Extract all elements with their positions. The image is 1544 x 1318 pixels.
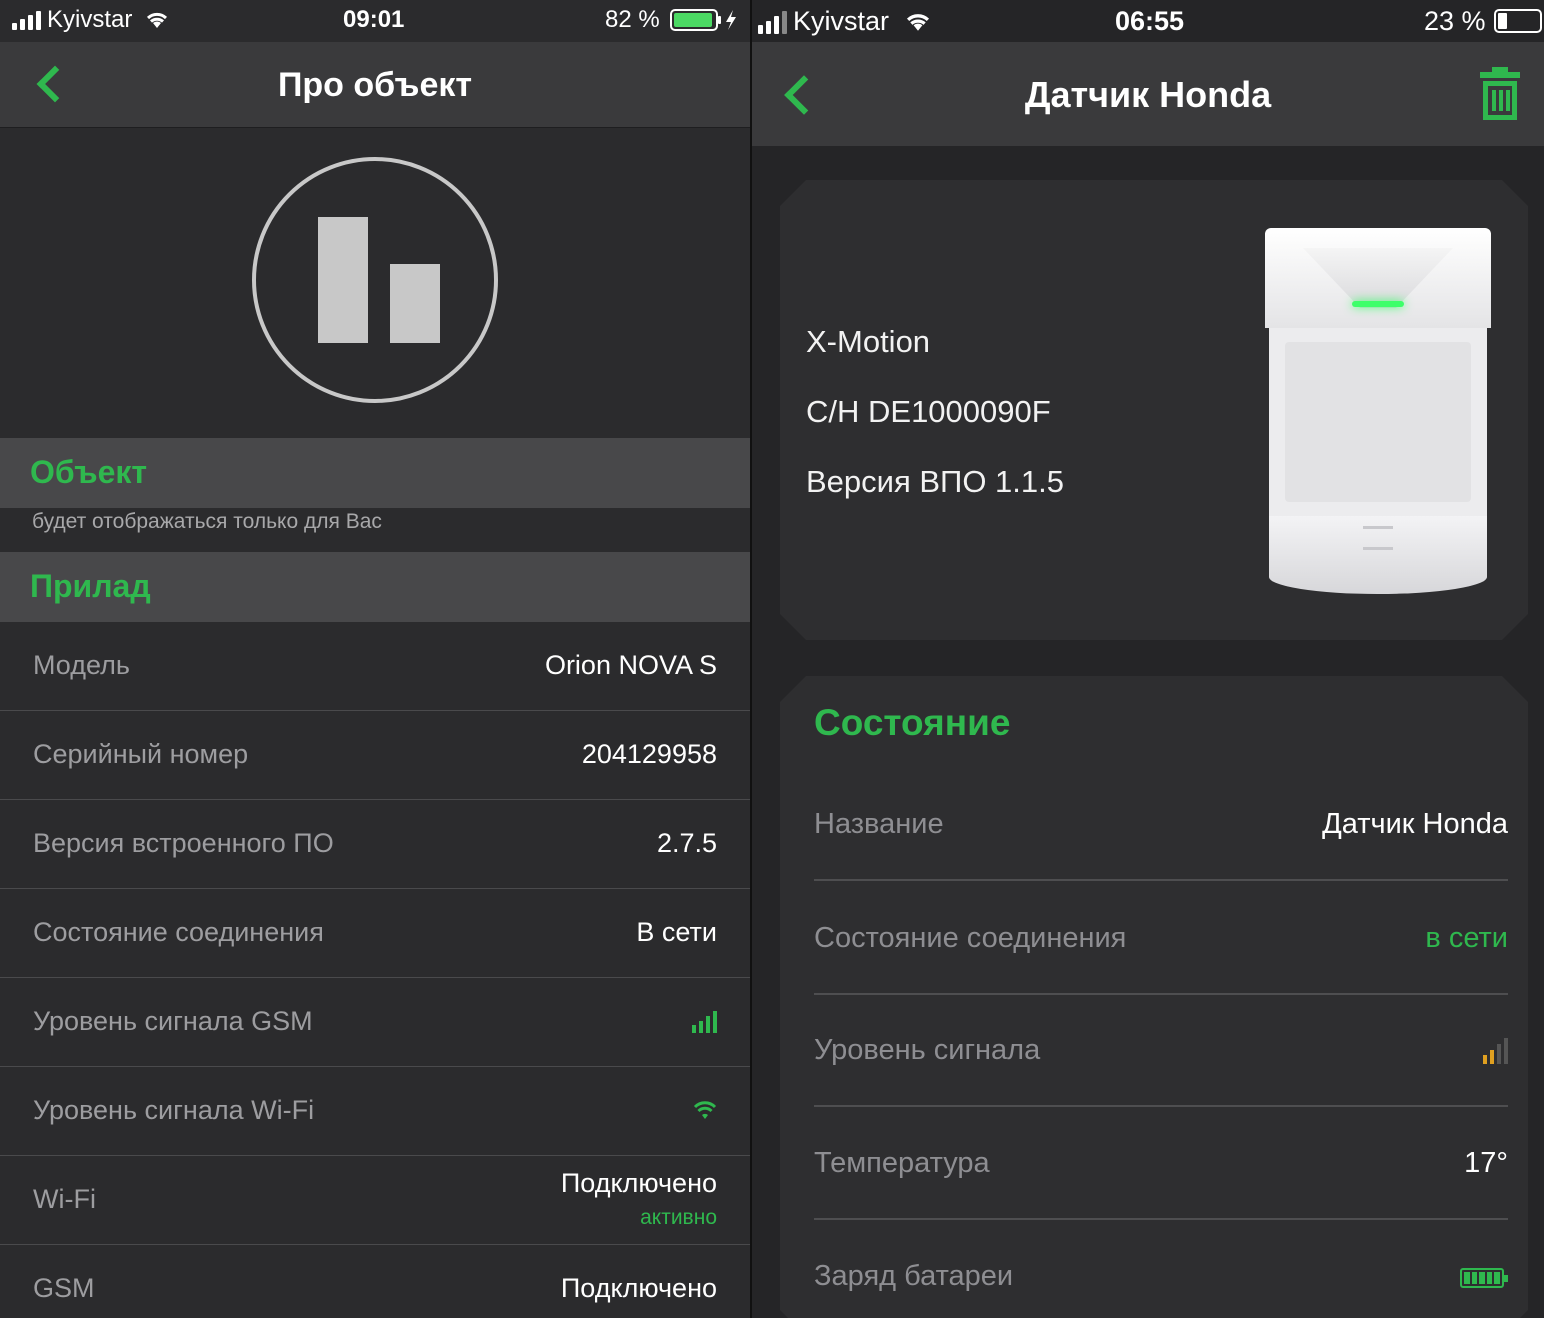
row-value: Orion NOVA S bbox=[544, 650, 717, 680]
row-model: Модель Orion NOVA S bbox=[0, 622, 750, 711]
row-temperature: Температура 17° bbox=[814, 1107, 1508, 1220]
carrier-name: Kyivstar bbox=[793, 6, 890, 36]
row-wifi-signal: Уровень сигнала Wi-Fi bbox=[0, 1067, 750, 1156]
row-signal: Уровень сигнала bbox=[814, 994, 1508, 1107]
row-value: в сети bbox=[1425, 922, 1508, 954]
wifi-status-icon bbox=[906, 13, 930, 31]
object-logo-icon[interactable] bbox=[252, 157, 498, 403]
row-label: Серийный номер bbox=[33, 739, 249, 769]
row-connection: Состояние соединения В сети bbox=[0, 889, 750, 978]
row-value: 17° bbox=[1464, 1147, 1508, 1179]
row-value: Подключено bbox=[560, 1168, 717, 1198]
row-label: Уровень сигнала GSM bbox=[33, 1006, 313, 1036]
section-title: Объект bbox=[30, 454, 148, 490]
status-bar: Kyivstar 06:55 23 % bbox=[752, 0, 1544, 42]
clock: 06:55 bbox=[1115, 6, 1185, 36]
cell-signal-icon bbox=[12, 10, 41, 30]
state-card: Состояние Название Датчик Honda Состояни… bbox=[780, 676, 1528, 1318]
page-title: Про объект bbox=[277, 66, 473, 104]
row-label: Состояние соединения bbox=[33, 917, 324, 947]
device-section-header: Прилад bbox=[0, 552, 750, 622]
battery-percent: 23 % bbox=[1424, 6, 1486, 36]
clock: 09:01 bbox=[343, 6, 405, 33]
row-label: Wi-Fi bbox=[33, 1184, 96, 1214]
row-value: В сети bbox=[636, 917, 717, 947]
wifi-icon bbox=[693, 1101, 717, 1119]
nav-bar: Про объект bbox=[0, 42, 750, 128]
page-title: Датчик Honda bbox=[1024, 74, 1272, 115]
battery-percent: 82 % bbox=[605, 6, 660, 33]
nav-bar: Датчик Honda bbox=[752, 42, 1544, 146]
device-card: X-Motion С/Н DE1000090F Версия ВПО 1.1.5 bbox=[780, 180, 1528, 640]
carrier: Kyivstar bbox=[12, 6, 170, 34]
logo-bar bbox=[318, 217, 368, 343]
row-battery: Заряд батареи bbox=[814, 1220, 1508, 1318]
row-label: Модель bbox=[33, 650, 130, 680]
row-label: Версия встроенного ПО bbox=[33, 828, 334, 858]
wifi-status-icon bbox=[147, 12, 168, 28]
row-label: Название bbox=[814, 808, 944, 840]
row-value: Подключено bbox=[560, 1273, 717, 1303]
row-firmware: Версия встроенного ПО 2.7.5 bbox=[0, 800, 750, 889]
signal-bars-icon bbox=[692, 1011, 717, 1033]
row-gsm: GSM Подключено bbox=[0, 1245, 750, 1318]
row-connection: Состояние соединения в сети bbox=[814, 882, 1508, 995]
device-serial: С/Н DE1000090F bbox=[806, 394, 1051, 429]
state-title: Состояние bbox=[814, 702, 1011, 743]
row-label: GSM bbox=[33, 1273, 95, 1303]
row-gsm-signal: Уровень сигнала GSM bbox=[0, 978, 750, 1067]
section-title: Прилад bbox=[30, 568, 151, 604]
object-avatar-area bbox=[0, 128, 750, 438]
row-label: Уровень сигнала bbox=[814, 1034, 1041, 1066]
led-indicator bbox=[1352, 301, 1404, 307]
left-screen: Kyivstar 09:01 82 % Про объект Объект бу… bbox=[0, 0, 750, 1318]
battery-icon bbox=[1460, 1268, 1504, 1288]
carrier-name: Kyivstar bbox=[47, 6, 133, 33]
carrier: Kyivstar bbox=[758, 6, 933, 37]
row-label: Уровень сигнала Wi-Fi bbox=[33, 1095, 315, 1125]
status-bar: Kyivstar 09:01 82 % bbox=[0, 0, 750, 42]
trash-icon[interactable] bbox=[1480, 67, 1520, 120]
motion-sensor-image bbox=[1265, 228, 1491, 594]
right-screen: Kyivstar 06:55 23 % Датчик Honda X-Motio… bbox=[752, 0, 1544, 1318]
device-firmware: Версия ВПО 1.1.5 bbox=[806, 464, 1065, 499]
row-name[interactable]: Название Датчик Honda bbox=[814, 768, 1508, 881]
row-wifi: Wi-Fi Подключено активно bbox=[0, 1156, 750, 1245]
row-label: Состояние соединения bbox=[814, 922, 1127, 954]
cell-signal-icon bbox=[758, 10, 787, 34]
brand-mark bbox=[1363, 526, 1393, 550]
sensor-lens bbox=[1285, 342, 1471, 502]
row-value: 204129958 bbox=[581, 739, 717, 769]
battery-icon bbox=[1494, 9, 1542, 33]
signal-bars-icon bbox=[1483, 1038, 1508, 1064]
logo-bar bbox=[390, 264, 440, 343]
object-section-header[interactable]: Объект bbox=[0, 438, 750, 508]
battery-charging-icon bbox=[670, 9, 736, 31]
row-serial: Серийный номер 204129958 bbox=[0, 711, 750, 800]
row-value: Датчик Honda bbox=[1322, 808, 1508, 840]
device-model: X-Motion bbox=[806, 324, 931, 359]
row-subvalue: активно bbox=[640, 1206, 717, 1229]
row-label: Температура bbox=[814, 1147, 990, 1179]
row-label: Заряд батареи bbox=[814, 1260, 1014, 1292]
section-note: будет отображаться только для Вас bbox=[32, 510, 382, 533]
row-value: 2.7.5 bbox=[656, 828, 717, 858]
